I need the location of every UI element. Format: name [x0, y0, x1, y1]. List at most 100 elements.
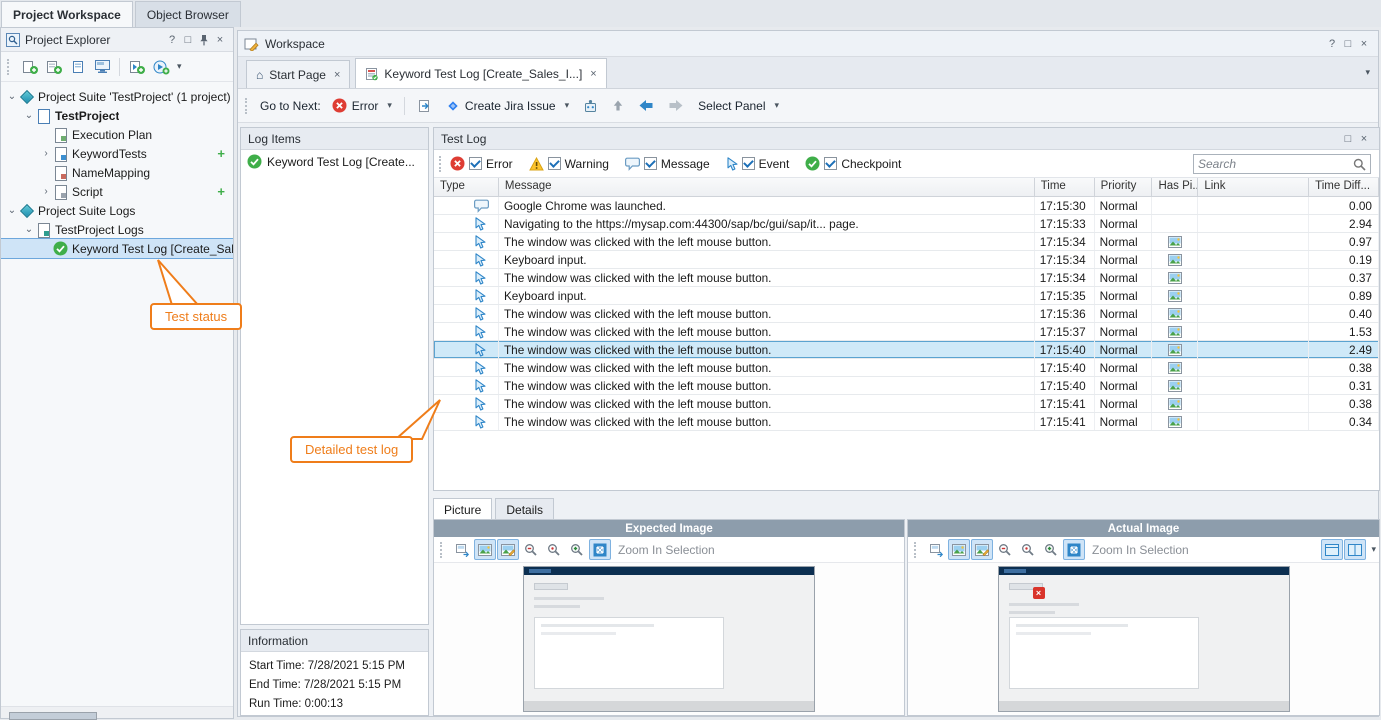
picture-icon[interactable]	[1168, 362, 1182, 374]
view-layout-button[interactable]	[1321, 539, 1343, 560]
maximize-icon[interactable]: □	[1340, 131, 1356, 146]
tree-item-project-suite-testproject-1-pr[interactable]: ⌄Project Suite 'TestProject' (1 project)	[1, 87, 233, 106]
log-row[interactable]: The window was clicked with the left mou…	[434, 359, 1379, 377]
fit-to-window-toggle[interactable]	[589, 539, 611, 560]
picture-icon[interactable]	[1168, 254, 1182, 266]
picture-icon[interactable]	[1168, 272, 1182, 284]
chevron-expanded-icon[interactable]: ⌄	[22, 224, 36, 235]
tree-item-keywordtests[interactable]: ›KeywordTests+	[1, 144, 233, 163]
log-row[interactable]: The window was clicked with the left mou…	[434, 323, 1379, 341]
message-checkbox[interactable]	[644, 157, 657, 170]
close-icon[interactable]: ×	[1356, 131, 1372, 146]
post-issue-button[interactable]	[576, 94, 605, 118]
filter-event[interactable]: Event	[726, 157, 790, 171]
picture-icon[interactable]	[1168, 326, 1182, 338]
picture-icon[interactable]	[1168, 380, 1182, 392]
expected-image-thumbnail[interactable]	[523, 566, 815, 712]
picture-icon[interactable]	[1168, 416, 1182, 428]
log-row[interactable]: The window was clicked with the left mou…	[434, 413, 1379, 431]
help-icon[interactable]: ?	[1324, 36, 1340, 51]
chevron-expanded-icon[interactable]: ⌄	[5, 205, 19, 216]
log-row[interactable]: The window was clicked with the left mou…	[434, 341, 1379, 359]
event-checkbox[interactable]	[742, 157, 755, 170]
chevron-expanded-icon[interactable]: ⌄	[5, 91, 19, 102]
zoom-100-button[interactable]	[543, 539, 565, 560]
help-icon[interactable]: ?	[164, 32, 180, 47]
log-row[interactable]: The window was clicked with the left mou…	[434, 269, 1379, 287]
forward-button[interactable]	[661, 94, 691, 118]
tab-details[interactable]: Details	[495, 498, 554, 520]
edit-image-button[interactable]	[497, 539, 519, 560]
chevron-expanded-icon[interactable]: ⌄	[22, 110, 36, 121]
object-browser-button[interactable]	[90, 55, 114, 79]
new-file-button[interactable]	[66, 55, 90, 79]
log-row[interactable]: Google Chrome was launched.17:15:30Norma…	[434, 197, 1379, 215]
show-image-toggle[interactable]	[474, 539, 496, 560]
tab-start-page[interactable]: ⌂ Start Page ×	[246, 60, 350, 88]
up-one-level-button[interactable]	[605, 94, 631, 118]
maximize-icon[interactable]: □	[1340, 36, 1356, 51]
expected-image-viewer[interactable]	[434, 563, 904, 715]
select-panel-button[interactable]: Select Panel ▾	[691, 94, 786, 118]
error-checkbox[interactable]	[469, 157, 482, 170]
close-tab-icon[interactable]: ×	[590, 68, 596, 80]
fit-to-window-toggle[interactable]	[1063, 539, 1085, 560]
zoom-in-button[interactable]	[1040, 539, 1062, 560]
picture-icon[interactable]	[1168, 308, 1182, 320]
picture-icon[interactable]	[1168, 398, 1182, 410]
create-jira-issue-button[interactable]: Create Jira Issue ▾	[439, 94, 576, 118]
toolbar-overflow-icon[interactable]: ▾	[177, 61, 182, 72]
tab-list-icon[interactable]: ▾	[1365, 67, 1370, 78]
column-header-type[interactable]: Type	[434, 178, 499, 196]
back-button[interactable]	[631, 94, 661, 118]
add-icon[interactable]: +	[217, 146, 233, 161]
add-existing-item-button[interactable]	[42, 55, 66, 79]
actual-image-viewer[interactable]: ×	[908, 563, 1379, 715]
toolbar-grip[interactable]	[440, 542, 445, 558]
filter-checkpoint[interactable]: Checkpoint	[805, 156, 901, 171]
log-row[interactable]: The window was clicked with the left mou…	[434, 395, 1379, 413]
log-row[interactable]: Keyboard input.17:15:34Normal0.19	[434, 251, 1379, 269]
tree-item-keyword-test-log-create-sales[interactable]: Keyword Test Log [Create_Sales	[1, 239, 233, 258]
close-icon[interactable]: ×	[1356, 36, 1372, 51]
log-row[interactable]: Navigating to the https://mysap.com:4430…	[434, 215, 1379, 233]
picture-icon[interactable]	[1168, 236, 1182, 248]
tree-item-execution-plan[interactable]: Execution Plan	[1, 125, 233, 144]
tab-object-browser[interactable]: Object Browser	[135, 1, 241, 27]
picture-icon[interactable]	[1168, 344, 1182, 356]
pin-icon[interactable]	[196, 32, 212, 47]
log-items-entry[interactable]: Keyword Test Log [Create...	[241, 150, 428, 170]
tree-item-project-suite-logs[interactable]: ⌄Project Suite Logs	[1, 201, 233, 220]
filter-warning[interactable]: Warning	[529, 157, 609, 171]
tab-keyword-test-log[interactable]: Keyword Test Log [Create_Sales_I...] ×	[355, 58, 606, 88]
log-row[interactable]: Keyboard input.17:15:35Normal0.89	[434, 287, 1379, 305]
actual-image-thumbnail[interactable]: ×	[998, 566, 1290, 712]
search-input[interactable]	[1198, 157, 1353, 171]
filter-error[interactable]: Error	[450, 156, 513, 171]
tree-item-script[interactable]: ›Script+	[1, 182, 233, 201]
column-header-has-picture[interactable]: Has Pi...	[1152, 178, 1198, 196]
toolbar-grip[interactable]	[245, 98, 250, 114]
warning-checkbox[interactable]	[548, 157, 561, 170]
picture-icon[interactable]	[1168, 290, 1182, 302]
close-icon[interactable]: ×	[212, 32, 228, 47]
run-selected-button[interactable]	[125, 55, 149, 79]
edit-image-button[interactable]	[971, 539, 993, 560]
toolbar-grip[interactable]	[7, 59, 12, 75]
chevron-collapsed-icon[interactable]: ›	[39, 186, 53, 197]
column-header-time[interactable]: Time	[1035, 178, 1095, 196]
zoom-100-button[interactable]	[1017, 539, 1039, 560]
tree-item-testproject-logs[interactable]: ⌄TestProject Logs	[1, 220, 233, 239]
column-header-message[interactable]: Message	[499, 178, 1035, 196]
go-to-next-error-button[interactable]: Error ▾	[325, 94, 399, 118]
horizontal-scrollbar[interactable]	[1, 706, 233, 718]
show-image-toggle[interactable]	[948, 539, 970, 560]
column-header-time-diff[interactable]: Time Diff...	[1309, 178, 1379, 196]
chevron-collapsed-icon[interactable]: ›	[39, 148, 53, 159]
export-log-button[interactable]	[410, 94, 439, 118]
search-icon[interactable]	[1353, 158, 1366, 171]
chevron-down-icon[interactable]: ▾	[1371, 544, 1376, 555]
log-row[interactable]: The window was clicked with the left mou…	[434, 233, 1379, 251]
tree-item-testproject[interactable]: ⌄TestProject	[1, 106, 233, 125]
log-row[interactable]: The window was clicked with the left mou…	[434, 377, 1379, 395]
